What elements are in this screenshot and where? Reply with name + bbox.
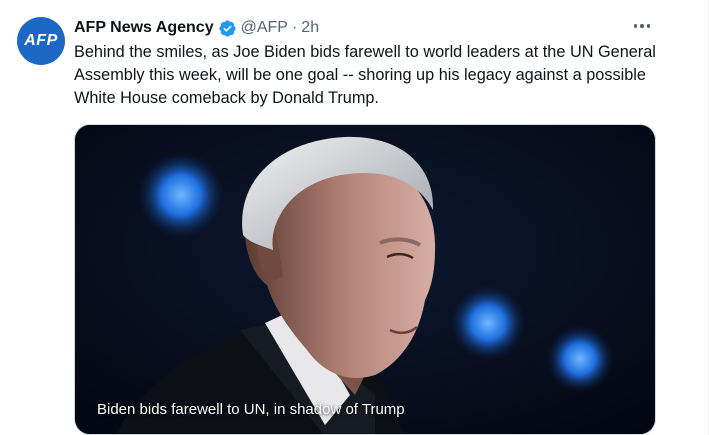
tweet-card[interactable]: AFP AFP News Agency @AFP · 2h Behind the… [0,0,709,435]
avatar[interactable]: AFP [17,17,65,65]
tweet-header: AFP News Agency @AFP · 2h [74,17,319,39]
display-name[interactable]: AFP News Agency [74,19,214,37]
tweet-text: Behind the smiles, as Joe Biden bids far… [74,43,656,107]
avatar-logo-text: AFP [24,32,58,49]
verified-badge-icon [218,19,237,38]
more-options-icon[interactable] [630,16,654,36]
timestamp[interactable]: 2h [301,19,319,37]
media-caption: Biden bids farewell to UN, in shadow of … [97,401,405,418]
tweet-media-card[interactable]: Biden bids farewell to UN, in shadow of … [74,124,656,435]
separator-dot: · [291,19,298,36]
media-photo [75,125,655,434]
user-handle[interactable]: @AFP [241,19,288,37]
